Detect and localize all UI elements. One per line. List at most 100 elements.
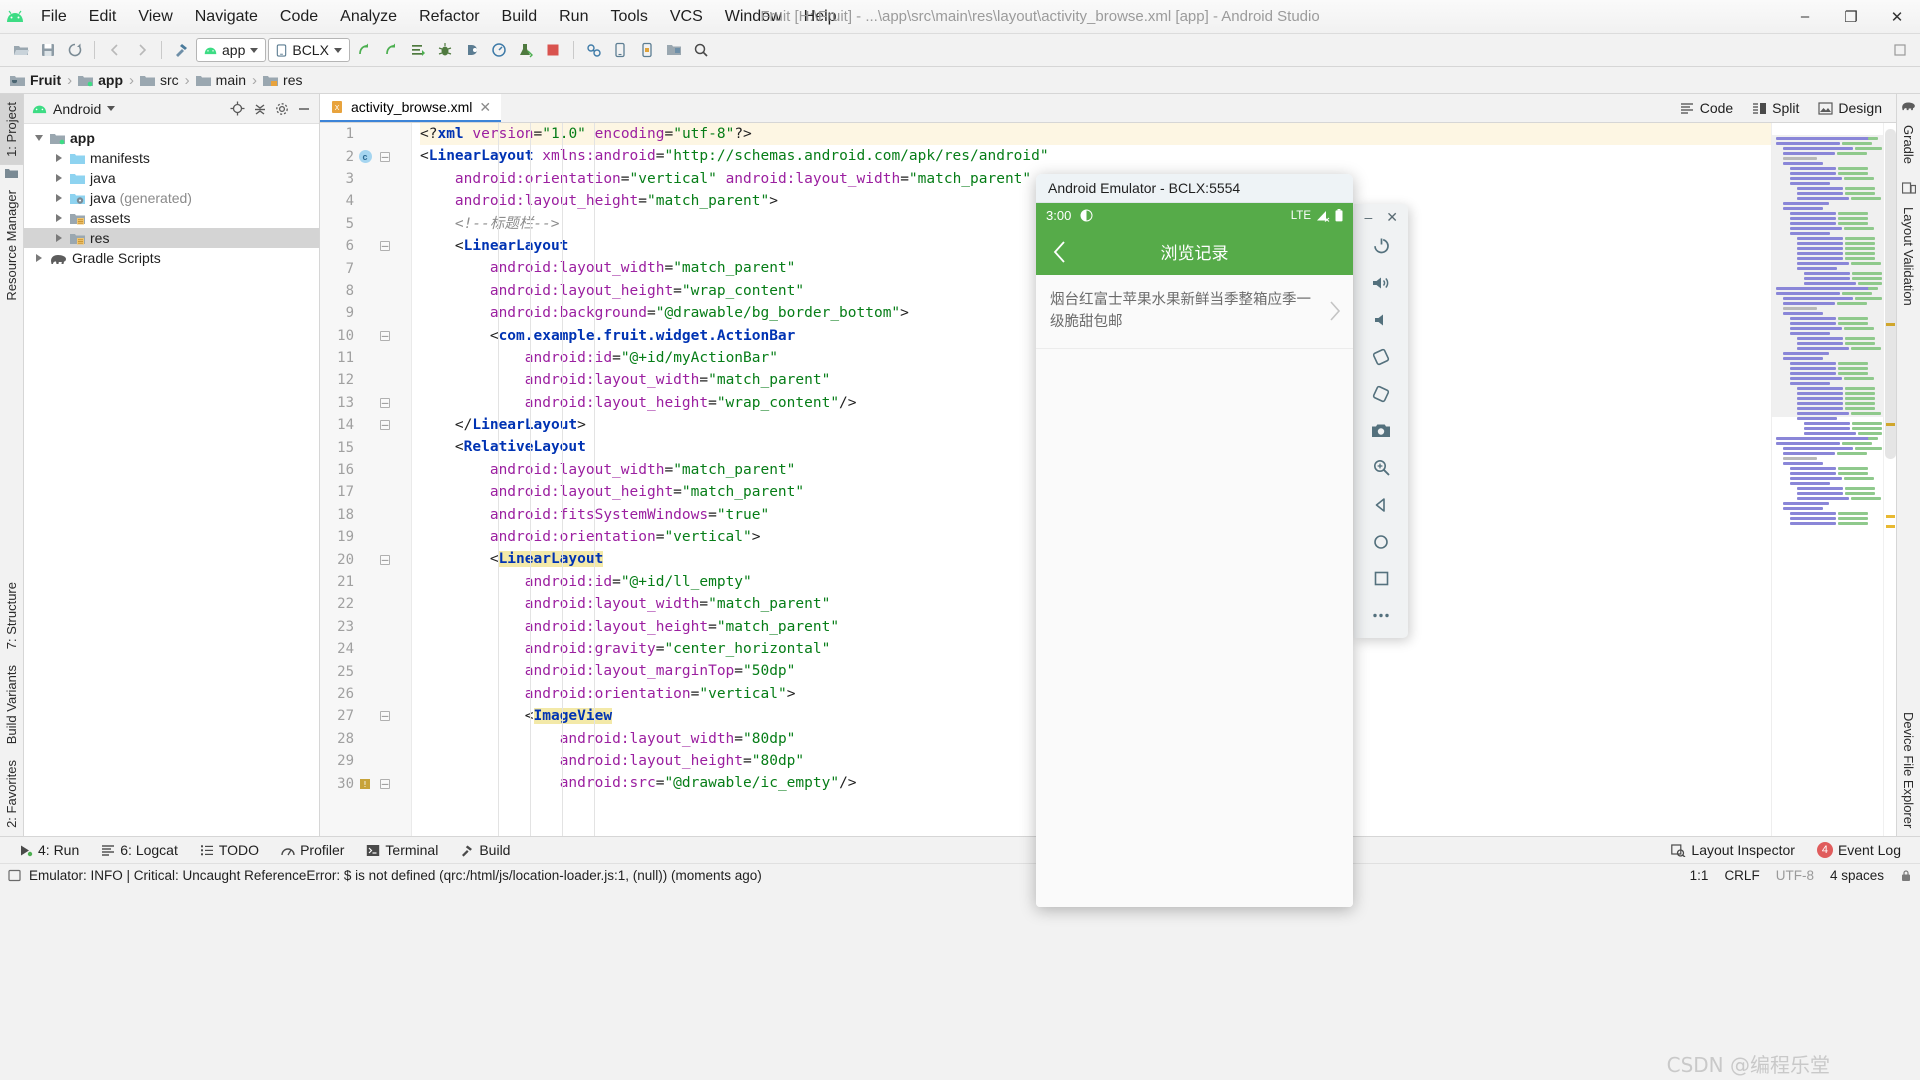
device-file-explorer-icon[interactable] — [635, 38, 660, 63]
emulator-window[interactable]: Android Emulator - BCLX:5554 3:00 LTE 浏览… — [1036, 174, 1353, 907]
expand-arrow-gradle[interactable] — [32, 254, 45, 262]
fold-toggle-icon[interactable]: – — [376, 330, 394, 341]
warning-marker-icon[interactable]: ! — [354, 778, 376, 790]
caret-position[interactable]: 1:1 — [1690, 868, 1709, 883]
emulator-close-button[interactable]: ✕ — [1382, 208, 1402, 227]
file-encoding[interactable]: UTF-8 — [1776, 868, 1814, 883]
sdk-manager-icon[interactable] — [581, 38, 606, 63]
breadcrumb-item-app[interactable]: app — [78, 72, 123, 88]
expand-arrow-res[interactable] — [52, 234, 65, 242]
rail-tab-favorites[interactable]: 2: Favorites — [0, 752, 23, 836]
run-app-button[interactable] — [379, 38, 404, 63]
project-view-selector[interactable]: Android — [53, 101, 101, 117]
tree-item-app[interactable]: app — [24, 128, 319, 148]
run-button[interactable] — [352, 38, 377, 63]
menu-edit[interactable]: Edit — [78, 4, 128, 30]
build-hammer-icon[interactable] — [169, 38, 194, 63]
back-arrow-icon[interactable] — [102, 38, 127, 63]
tree-item-res[interactable]: res — [24, 228, 319, 248]
module-selector[interactable]: app — [196, 38, 267, 62]
editor-tab-activity-browse[interactable]: X activity_browse.xml ✕ — [320, 94, 502, 122]
bottom-tab-profiler[interactable]: Profiler — [270, 840, 355, 860]
power-icon[interactable] — [1361, 227, 1401, 264]
project-structure-icon[interactable] — [662, 38, 687, 63]
rail-tab-build-variants[interactable]: Build Variants — [0, 657, 23, 752]
line-separator[interactable]: CRLF — [1724, 868, 1759, 883]
overview-icon[interactable] — [1361, 560, 1401, 597]
bottom-tab-build[interactable]: Build — [449, 840, 521, 860]
more-icon[interactable] — [1361, 597, 1401, 634]
fold-toggle-icon[interactable]: – — [376, 710, 394, 722]
profiler-icon[interactable] — [487, 38, 512, 63]
expand-arrow-java[interactable] — [52, 174, 65, 182]
emulator-minimize-button[interactable]: – — [1360, 208, 1376, 227]
bottom-tab-layout-inspector[interactable]: Layout Inspector — [1660, 840, 1806, 860]
hide-panel-icon[interactable] — [297, 102, 311, 116]
indent-setting[interactable]: 4 spaces — [1830, 868, 1884, 883]
open-project-icon[interactable] — [8, 38, 33, 63]
menu-tools[interactable]: Tools — [599, 4, 658, 30]
tree-item-java-generated[interactable]: java (generated) — [24, 188, 319, 208]
volume-down-icon[interactable] — [1361, 301, 1401, 338]
rail-tab-resource-manager[interactable]: Resource Manager — [0, 182, 23, 309]
code-line[interactable]: <?xml version="1.0" encoding="utf-8"?> — [420, 123, 1771, 146]
fold-toggle-icon[interactable]: – — [376, 151, 394, 162]
settings-gear-icon[interactable] — [275, 102, 289, 116]
bottom-tab-run[interactable]: 4: Run — [8, 840, 90, 860]
lock-icon[interactable] — [1900, 869, 1912, 882]
tree-item-assets[interactable]: assets — [24, 208, 319, 228]
menu-code[interactable]: Code — [269, 4, 329, 30]
fold-toggle-icon[interactable]: – — [376, 554, 394, 565]
menu-run[interactable]: Run — [548, 4, 599, 30]
tree-item-gradle-scripts[interactable]: Gradle Scripts — [24, 248, 319, 268]
menu-file[interactable]: File — [30, 4, 78, 30]
bottom-tab-event-log[interactable]: 4 Event Log — [1806, 840, 1912, 860]
maximize-button[interactable]: ❐ — [1828, 0, 1874, 33]
editor-scrollbar[interactable] — [1883, 123, 1896, 836]
menu-refactor[interactable]: Refactor — [408, 4, 490, 30]
editor-gutter[interactable]: 1 2 c –3 4 5 6–7 8 9 10–11 12 13–14–15 16 17 18 19 20–21… — [320, 123, 412, 836]
rail-tab-layout-validation[interactable]: Layout Validation — [1897, 199, 1920, 314]
menu-analyze[interactable]: Analyze — [329, 4, 408, 30]
screenshot-icon[interactable] — [1361, 412, 1401, 449]
expand-arrow-assets[interactable] — [52, 214, 65, 222]
fold-toggle-icon[interactable]: – — [376, 240, 394, 252]
mode-design[interactable]: Design — [1810, 98, 1890, 118]
close-icon[interactable]: ✕ — [479, 99, 491, 116]
search-icon[interactable] — [689, 38, 714, 63]
menu-window[interactable]: Window — [714, 4, 793, 30]
list-item[interactable]: 烟台红富士苹果水果新鲜当季整箱应季一级脆甜包邮 — [1036, 275, 1353, 349]
code-minimap[interactable] — [1771, 123, 1883, 836]
code-line[interactable]: <LinearLayout xmlns:android="http://sche… — [420, 145, 1771, 167]
breadcrumb-item-src[interactable]: src — [140, 72, 179, 88]
notifications-icon[interactable] — [1887, 38, 1912, 63]
menu-help[interactable]: Help — [793, 4, 848, 30]
apply-changes-icon[interactable] — [406, 38, 431, 63]
home-icon[interactable] — [1361, 523, 1401, 560]
tree-item-java[interactable]: java — [24, 168, 319, 188]
bottom-tab-logcat[interactable]: 6: Logcat — [90, 840, 189, 860]
back-icon[interactable] — [1361, 486, 1401, 523]
bottom-tab-todo[interactable]: TODO — [189, 840, 270, 860]
run-tests-icon[interactable] — [514, 38, 539, 63]
stop-button[interactable] — [541, 38, 566, 63]
mode-split[interactable]: Split — [1744, 98, 1807, 118]
rail-tab-project[interactable]: 1: Project — [0, 94, 23, 165]
save-all-icon[interactable] — [35, 38, 60, 63]
bottom-tab-terminal[interactable]: Terminal — [355, 840, 449, 860]
debug-icon[interactable] — [433, 38, 458, 63]
breadcrumb-item-res[interactable]: res — [263, 72, 302, 88]
chevron-down-icon-project[interactable] — [107, 106, 116, 111]
close-button[interactable]: ✕ — [1874, 0, 1920, 33]
emulator-screen[interactable]: 烟台红富士苹果水果新鲜当季整箱应季一级脆甜包邮 — [1036, 275, 1353, 907]
breadcrumb-item-main[interactable]: main — [195, 72, 246, 88]
tree-item-manifests[interactable]: manifests — [24, 148, 319, 168]
class-marker-icon[interactable]: c — [354, 150, 376, 164]
mode-code[interactable]: Code — [1672, 98, 1741, 118]
forward-arrow-icon[interactable] — [129, 38, 154, 63]
rail-tab-device-file-explorer[interactable]: Device File Explorer — [1897, 704, 1920, 836]
menu-navigate[interactable]: Navigate — [184, 4, 269, 30]
breadcrumb-item-fruit[interactable]: Fruit — [10, 72, 61, 88]
volume-up-icon[interactable] — [1361, 264, 1401, 301]
minimize-button[interactable]: – — [1782, 0, 1828, 33]
